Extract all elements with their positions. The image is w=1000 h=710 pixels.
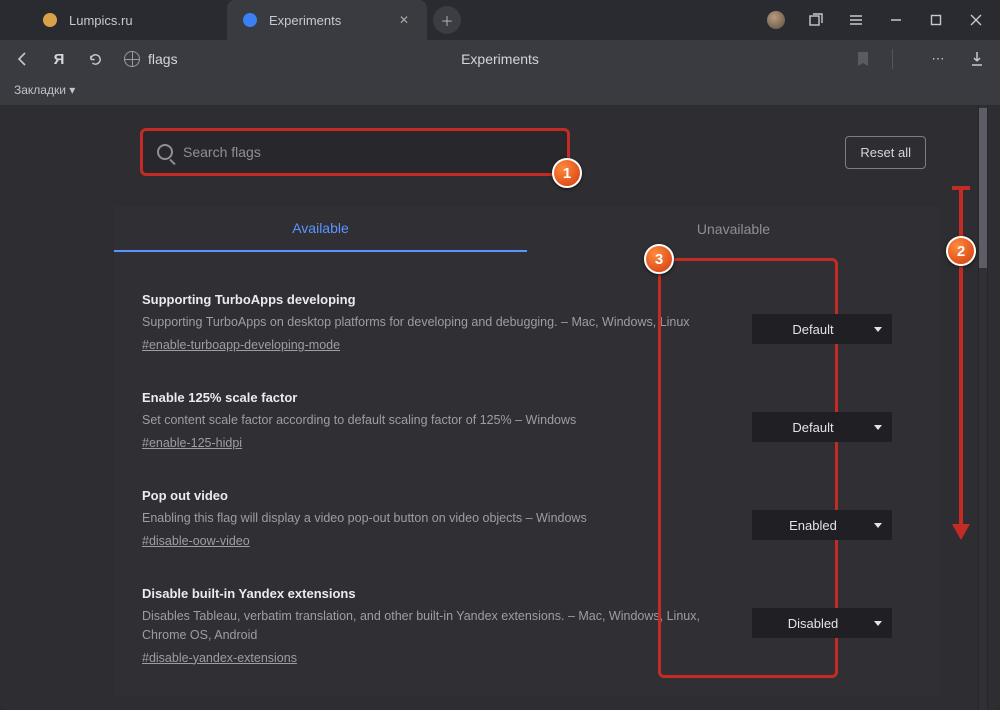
experiments-page: Search flags 1 Reset all Available Unava… <box>0 106 978 710</box>
flag-anchor[interactable]: #enable-125-hidpi <box>142 436 242 450</box>
search-icon <box>157 144 173 160</box>
flags-topbar: Search flags 1 Reset all <box>0 128 978 176</box>
globe-icon <box>124 51 140 67</box>
page-title: Experiments <box>461 51 539 67</box>
address-bar[interactable]: flags <box>122 51 180 67</box>
flag-anchor[interactable]: #disable-oow-video <box>142 534 250 548</box>
flag-desc: Disables Tableau, verbatim translation, … <box>142 607 732 643</box>
tab-label: Lumpics.ru <box>69 13 133 28</box>
close-icon[interactable]: ✕ <box>397 13 411 27</box>
new-tab-button[interactable]: ＋ <box>433 6 461 34</box>
flag-desc: Set content scale factor according to de… <box>142 411 732 429</box>
tab-strip: Lumpics.ru Experiments ✕ ＋ <box>27 0 461 40</box>
flags-list: 3 Supporting TurboApps developing Suppor… <box>114 252 940 675</box>
search-placeholder: Search flags <box>183 144 261 160</box>
flag-title: Enable 125% scale factor <box>142 390 732 405</box>
annotation-badge-2: 2 <box>946 236 976 266</box>
flag-desc: Enabling this flag will display a video … <box>142 509 732 527</box>
yandex-home-icon[interactable]: Я <box>50 50 68 68</box>
vertical-scrollbar[interactable] <box>978 106 988 710</box>
tab-available[interactable]: Available <box>114 206 527 252</box>
search-input[interactable]: Search flags <box>140 128 570 176</box>
more-icon[interactable]: ⋯ <box>930 50 948 68</box>
favicon-icon <box>43 13 57 27</box>
flag-title: Pop out video <box>142 488 732 503</box>
flag-row: Pop out video Enabling this flag will di… <box>142 488 912 548</box>
collections-icon[interactable] <box>807 11 825 29</box>
flag-row: Disable built-in Yandex extensions Disab… <box>142 586 912 664</box>
flag-tabs: Available Unavailable <box>114 206 940 252</box>
flag-select[interactable]: Default <box>752 412 892 442</box>
browser-window: Lumpics.ru Experiments ✕ ＋ Я flags Exper <box>0 0 1000 710</box>
annotation-badge-1: 1 <box>552 158 582 188</box>
minimize-icon[interactable] <box>887 11 905 29</box>
scrollbar-thumb[interactable] <box>979 108 987 268</box>
flag-row: Supporting TurboApps developing Supporti… <box>142 292 912 352</box>
reload-icon[interactable] <box>86 50 104 68</box>
bookmark-icon[interactable] <box>854 50 872 68</box>
nav-bar: Я flags Experiments ⋯ <box>0 40 1000 78</box>
tab-experiments[interactable]: Experiments ✕ <box>227 0 427 40</box>
maximize-icon[interactable] <box>927 11 945 29</box>
flag-select[interactable]: Enabled <box>752 510 892 540</box>
flag-anchor[interactable]: #enable-turboapp-developing-mode <box>142 338 340 352</box>
tab-unavailable[interactable]: Unavailable <box>527 206 940 252</box>
page-viewport: Search flags 1 Reset all Available Unava… <box>0 106 1000 710</box>
bookmarks-bar[interactable]: Закладки ▾ <box>0 78 1000 106</box>
flag-row: Enable 125% scale factor Set content sca… <box>142 390 912 450</box>
reset-all-button[interactable]: Reset all <box>845 136 926 169</box>
flags-card: Available Unavailable 3 Supporting Turbo… <box>114 206 940 695</box>
flag-select[interactable]: Disabled <box>752 608 892 638</box>
profile-avatar[interactable] <box>767 11 785 29</box>
annotation-arrow-head <box>952 524 970 540</box>
tab-label: Experiments <box>269 13 341 28</box>
flag-title: Disable built-in Yandex extensions <box>142 586 732 601</box>
flag-title: Supporting TurboApps developing <box>142 292 732 307</box>
close-window-icon[interactable] <box>967 11 985 29</box>
flag-desc: Supporting TurboApps on desktop platform… <box>142 313 732 331</box>
bookmarks-label: Закладки ▾ <box>14 83 75 97</box>
flag-anchor[interactable]: #disable-yandex-extensions <box>142 651 297 665</box>
tab-lumpics[interactable]: Lumpics.ru <box>27 0 227 40</box>
address-text: flags <box>148 51 178 67</box>
annotation-badge-3: 3 <box>644 244 674 274</box>
download-icon[interactable] <box>968 50 986 68</box>
flask-icon <box>243 13 257 27</box>
flag-select[interactable]: Default <box>752 314 892 344</box>
window-controls <box>767 0 985 40</box>
menu-icon[interactable] <box>847 11 865 29</box>
titlebar: Lumpics.ru Experiments ✕ ＋ <box>0 0 1000 40</box>
back-icon[interactable] <box>14 50 32 68</box>
